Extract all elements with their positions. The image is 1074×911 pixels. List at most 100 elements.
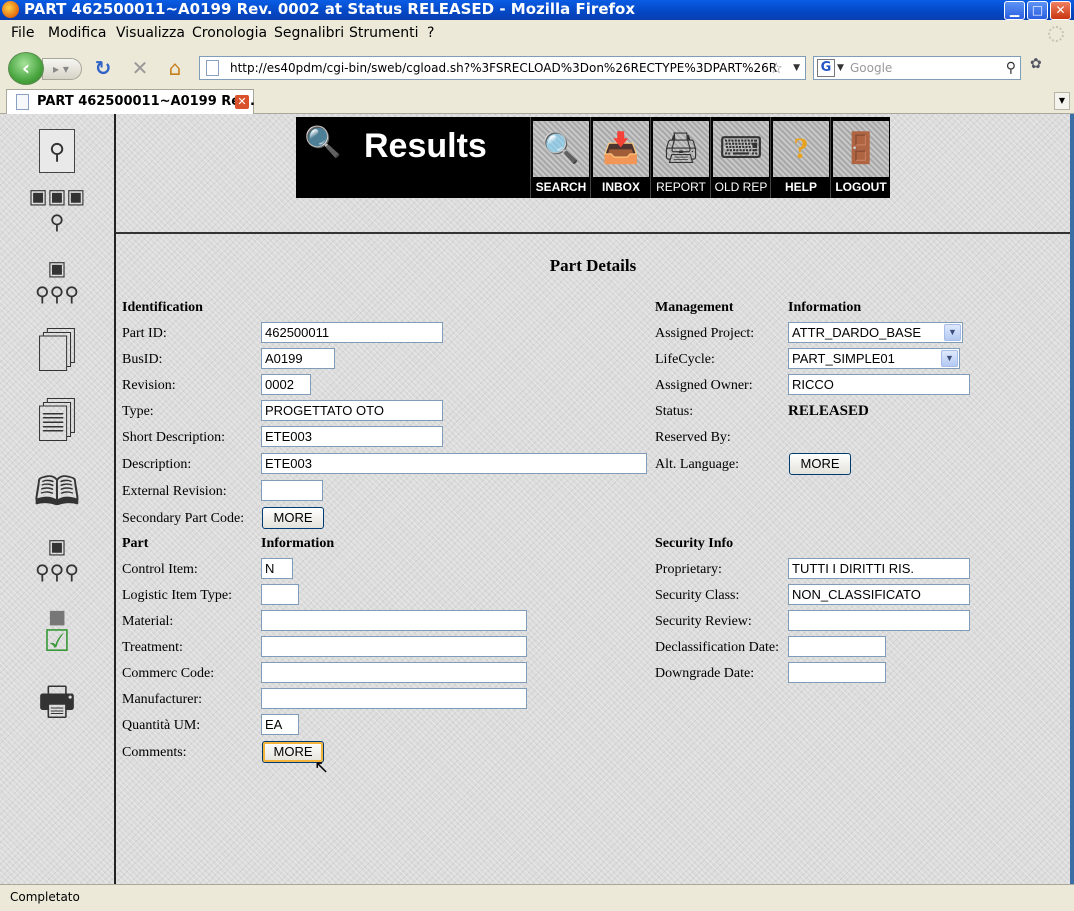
type-label: Type: (122, 404, 154, 419)
bookmark-star-icon[interactable]: ☆ (770, 57, 783, 79)
control-item-field[interactable]: N (261, 558, 293, 579)
manufacturer-label: Manufacturer: (122, 692, 203, 707)
proprietary-field[interactable]: TUTTI I DIRITTI RIS. (788, 558, 970, 579)
search-icon: 🔍 (533, 121, 589, 177)
url-bar[interactable]: http://es40pdm/cgi-bin/sweb/cgload.sh?%3… (199, 56, 806, 80)
declassification-date-label: Declassification Date: (655, 640, 780, 655)
status-label: Status: (655, 404, 694, 419)
engine-dropdown-icon[interactable]: ▼ (837, 57, 844, 79)
chevron-down-icon[interactable]: ▼ (944, 324, 961, 341)
report-label: REPORT (656, 180, 706, 194)
where-used-icon[interactable]: ▣▣▣ ⚲ (28, 184, 86, 236)
print-icon[interactable]: 🖶 (28, 676, 86, 728)
stop-icon[interactable]: ✕ (128, 57, 152, 79)
menu-strumenti[interactable]: Strumenti (349, 20, 419, 47)
menu-file[interactable]: File (11, 20, 34, 47)
revision-field[interactable]: 0002 (261, 374, 311, 395)
short-description-field[interactable]: ETE003 (261, 426, 443, 447)
status-value: RELEASED (788, 403, 869, 419)
tab-list-button[interactable]: ▼ (1054, 92, 1070, 110)
logout-button[interactable]: 🚪 LOGOUT (830, 117, 890, 198)
activity-throbber-icon (1048, 26, 1064, 42)
logistic-item-type-field[interactable] (261, 584, 299, 605)
tab-part[interactable]: PART 462500011~A0199 Re... ✕ (6, 89, 255, 114)
attachments-icon[interactable]: 🗐 (28, 396, 86, 448)
menu-cronologia[interactable]: Cronologia (192, 20, 267, 47)
inbox-button[interactable]: 📥 INBOX (590, 117, 650, 198)
back-button[interactable]: ‹ (8, 52, 44, 85)
url-dropdown-icon[interactable]: ▼ (793, 57, 800, 79)
minimize-button[interactable]: ▁ (1004, 1, 1025, 20)
menu-modifica[interactable]: Modifica (48, 20, 107, 47)
tab-page-icon (16, 94, 29, 110)
page-title: Part Details (549, 256, 637, 275)
external-revision-field[interactable] (261, 480, 323, 501)
search-box[interactable]: G ▼ Google ⚲ (813, 56, 1021, 80)
assigned-owner-field[interactable]: RICCO (788, 374, 970, 395)
results-logo-icon: 🔍 (304, 126, 342, 159)
search-magnifier-icon[interactable]: ⚲ (1006, 57, 1016, 79)
window-titlebar: PART 462500011~A0199 Rev. 0002 at Status… (0, 0, 1074, 20)
reload-icon[interactable]: ↻ (91, 57, 115, 79)
assigned-project-select[interactable]: ATTR_DARDO_BASE ▼ (788, 322, 963, 343)
status-bar: Completato (0, 884, 1074, 911)
report-button[interactable]: 🖨 REPORT (650, 117, 710, 198)
downgrade-date-field[interactable] (788, 662, 886, 683)
quantity-um-field[interactable]: EA (261, 714, 299, 735)
tab-label: PART 462500011~A0199 Re... (37, 94, 255, 109)
help-button[interactable]: ? HELP (770, 117, 830, 198)
treatment-field[interactable] (261, 636, 527, 657)
search-button[interactable]: 🔍 SEARCH (530, 117, 590, 198)
maximize-button[interactable]: □ (1027, 1, 1048, 20)
tab-close-icon[interactable]: ✕ (235, 95, 249, 109)
part-document-icon[interactable]: ⚲ (28, 120, 86, 173)
addon-icon[interactable]: ✿ (1030, 56, 1042, 72)
bom-structure-icon[interactable]: ▣ ⚲⚲⚲ (28, 256, 86, 308)
material-field[interactable] (261, 610, 527, 631)
forward-button[interactable]: ▸ ▾ (42, 58, 82, 80)
window-title: PART 462500011~A0199 Rev. 0002 at Status… (24, 0, 635, 18)
logout-label: LOGOUT (835, 180, 887, 194)
description-label: Description: (122, 457, 192, 472)
alt-language-more-button[interactable]: MORE (789, 453, 851, 475)
lifecycle-select[interactable]: PART_SIMPLE01 ▼ (788, 348, 960, 369)
chevron-down-icon[interactable]: ▼ (941, 350, 958, 367)
menu-help[interactable]: ? (427, 20, 434, 47)
security-class-field[interactable]: NON_CLASSIFICATO (788, 584, 970, 605)
type-field[interactable]: PROGETTATO OTO (261, 400, 443, 421)
security-class-label: Security Class: (655, 588, 740, 603)
documents-icon[interactable]: 🗍 (28, 326, 86, 378)
declassification-date-field[interactable] (788, 636, 886, 657)
mouse-pointer-icon: ↖ (314, 757, 330, 777)
firefox-icon (2, 1, 19, 18)
door-exit-icon: 🚪 (833, 121, 889, 177)
comments-label: Comments: (122, 745, 187, 760)
busid-field[interactable]: A0199 (261, 348, 335, 369)
part-information-heading: Information (261, 536, 335, 551)
printer-icon: 🖨 (653, 121, 709, 177)
quantity-um-label: Quantità UM: (122, 718, 201, 733)
description-field[interactable]: ETE003 (261, 453, 647, 474)
question-mark-icon: ? (773, 121, 829, 177)
old-report-button[interactable]: ⌨ OLD REP (710, 117, 770, 198)
header-frame-separator (116, 232, 1070, 234)
page-icon (206, 60, 219, 76)
product-structure-icon[interactable]: ▣ ⚲⚲⚲ (28, 534, 86, 586)
secondary-part-code-label: Secondary Part Code: (122, 511, 245, 526)
reserved-by-label: Reserved By: (655, 430, 731, 445)
short-description-label: Short Description: (122, 430, 226, 445)
commerc-code-field[interactable] (261, 662, 527, 683)
part-id-field[interactable]: 462500011 (261, 322, 443, 343)
approval-checklist-icon[interactable]: ■ ☑ (28, 603, 86, 657)
security-review-field[interactable] (788, 610, 970, 631)
google-engine-icon[interactable]: G (817, 59, 835, 77)
manufacturer-field[interactable] (261, 688, 527, 709)
secondary-part-code-more-button[interactable]: MORE (262, 507, 324, 529)
home-icon[interactable]: ⌂ (163, 57, 187, 79)
menu-segnalibri[interactable]: Segnalibri (274, 20, 344, 47)
inbox-label: INBOX (601, 180, 640, 194)
menu-visualizza[interactable]: Visualizza (116, 20, 185, 47)
manual-book-icon[interactable]: 🕮 (28, 466, 86, 518)
url-text: http://es40pdm/cgi-bin/sweb/cgload.sh?%3… (230, 61, 778, 75)
close-window-button[interactable]: ✕ (1050, 1, 1071, 20)
